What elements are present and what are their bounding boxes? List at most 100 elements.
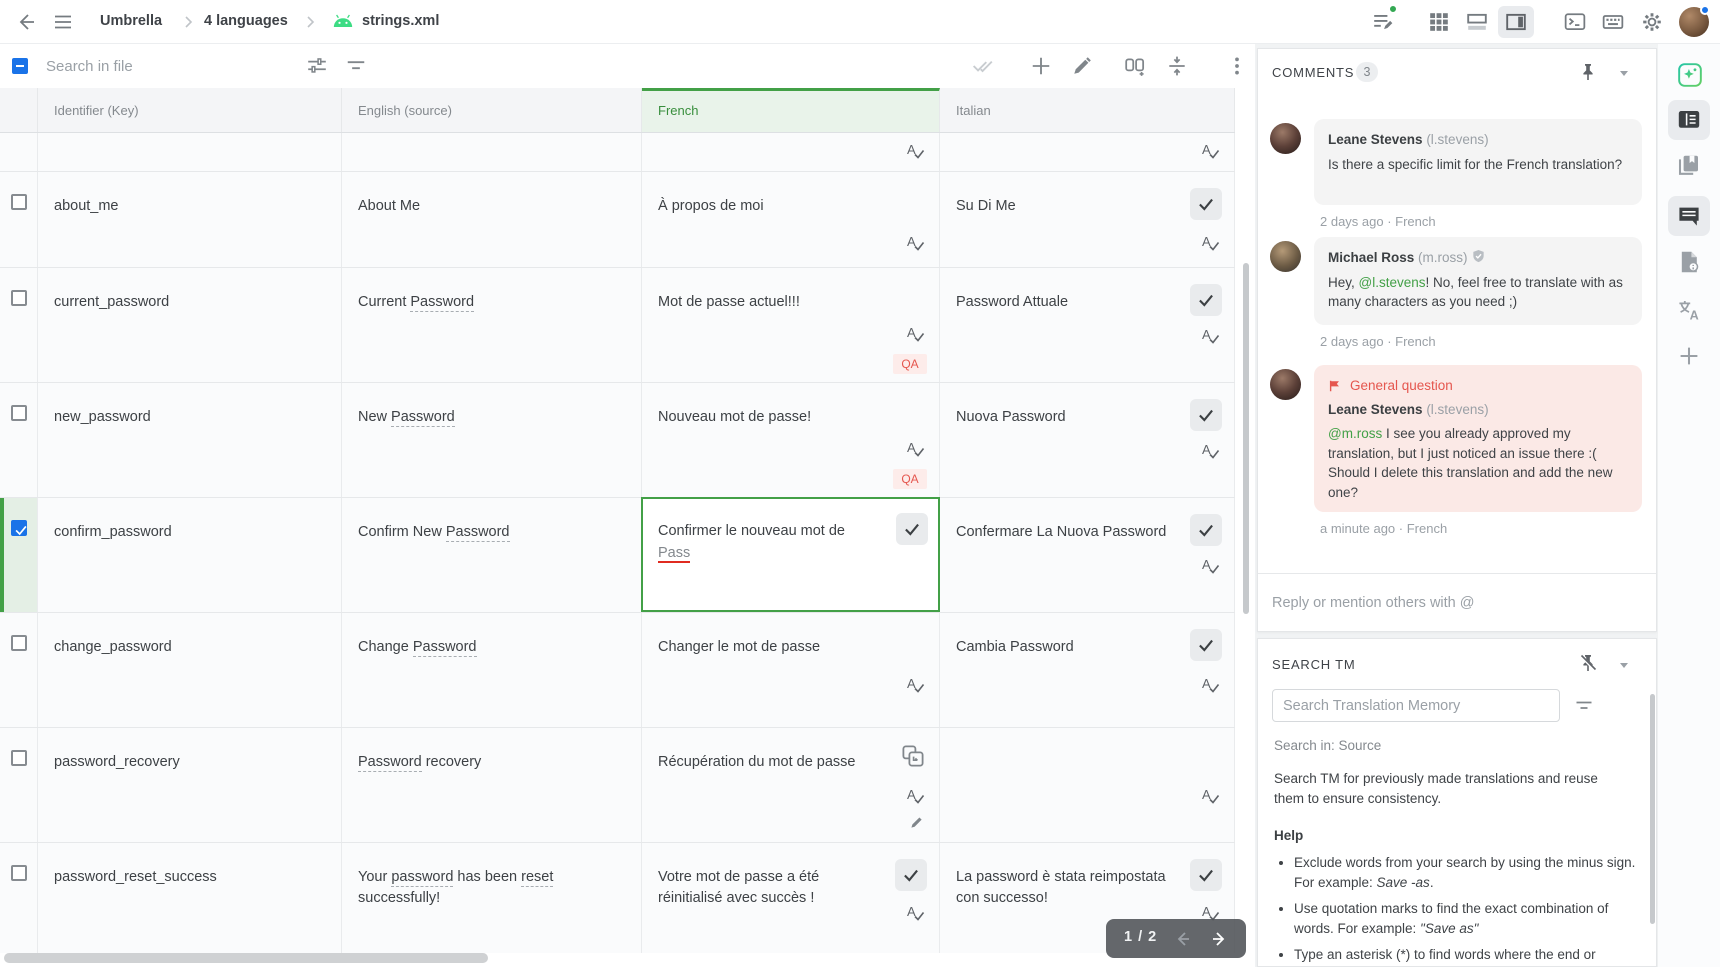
key-cell[interactable]: current_password (38, 268, 342, 382)
header-english[interactable]: English (source) (342, 88, 642, 132)
header-french[interactable]: French (642, 88, 940, 132)
french-cell[interactable]: Récupération du mot de passe (642, 728, 940, 842)
mention-link[interactable]: @l.stevens (1359, 275, 1426, 290)
spellcheck-icon[interactable] (1200, 326, 1220, 346)
key-cell[interactable]: new_password (38, 383, 342, 497)
editor-panel-icon[interactable] (1677, 108, 1701, 132)
spellcheck-icon[interactable] (905, 141, 925, 161)
key-cell[interactable] (38, 133, 342, 171)
italian-cell[interactable]: Password Attuale (940, 268, 1235, 382)
qa-issue-badge[interactable]: QA (893, 469, 927, 489)
filter-icon[interactable] (345, 55, 367, 77)
approve-button[interactable] (1190, 859, 1222, 891)
spellcheck-icon[interactable] (1200, 441, 1220, 461)
english-cell[interactable]: Password recovery (342, 728, 642, 842)
prev-page-icon[interactable] (1172, 928, 1194, 950)
row-checkbox[interactable] (11, 750, 27, 766)
mention-link[interactable]: @m.ross (1328, 426, 1382, 441)
key-details-icon[interactable] (1677, 250, 1701, 274)
row-checkbox[interactable] (11, 405, 27, 421)
spellcheck-icon[interactable] (1200, 556, 1220, 576)
insert-source-icon[interactable] (901, 744, 925, 768)
keyboard-icon[interactable] (1602, 11, 1624, 33)
french-cell[interactable]: Votre mot de passe a été réinitialisé av… (642, 843, 940, 953)
collapse-caret-icon[interactable] (1616, 65, 1632, 81)
search-input[interactable] (46, 54, 286, 78)
comment-author[interactable]: Leane Stevens (1328, 402, 1423, 417)
menu-icon[interactable] (52, 11, 74, 33)
duplicate-keys-icon[interactable] (1124, 55, 1146, 77)
spellcheck-icon[interactable] (1200, 786, 1220, 806)
key-cell[interactable]: password_reset_success (38, 843, 342, 953)
edit-pencil-icon[interactable] (909, 814, 925, 830)
french-cell-editing[interactable]: Confirmer le nouveau mot de Pass (642, 498, 940, 612)
unpin-icon[interactable] (1578, 653, 1598, 673)
edit-icon[interactable] (1071, 55, 1093, 77)
glossary-term[interactable]: Password (410, 294, 474, 312)
comment-author[interactable]: Leane Stevens (1328, 132, 1423, 147)
row-checkbox[interactable] (11, 194, 27, 210)
terminal-icon[interactable] (1564, 11, 1586, 33)
translation-edit-box[interactable]: Confirmer le nouveau mot de Pass (641, 497, 940, 612)
approve-button[interactable] (1190, 188, 1222, 220)
french-cell[interactable] (642, 133, 940, 171)
glossary-term[interactable]: Password (413, 639, 477, 657)
tm-filter-icon[interactable] (1574, 696, 1594, 716)
tm-search-input[interactable] (1273, 690, 1559, 721)
glossary-books-icon[interactable] (1677, 154, 1701, 178)
pin-icon[interactable] (1578, 62, 1598, 82)
approve-button[interactable] (1190, 514, 1222, 546)
breadcrumb-languages[interactable]: 4 languages (204, 13, 288, 29)
table-vertical-scrollbar[interactable] (1243, 263, 1249, 614)
spellcheck-icon[interactable] (905, 233, 925, 253)
comment-author[interactable]: Michael Ross (1328, 250, 1414, 265)
spellcheck-icon[interactable] (905, 675, 925, 695)
comments-panel-icon[interactable] (1677, 204, 1701, 228)
english-cell[interactable]: Confirm New Password (342, 498, 642, 612)
spellcheck-icon[interactable] (905, 439, 925, 459)
french-cell[interactable]: À propos de moi (642, 172, 940, 267)
italian-cell[interactable]: Confermare La Nuova Password (940, 498, 1235, 612)
breadcrumb-file[interactable]: strings.xml (362, 13, 439, 29)
add-panel-icon[interactable] (1677, 344, 1701, 368)
approve-all-icon[interactable] (972, 55, 994, 77)
reply-input[interactable] (1258, 574, 1656, 631)
glossary-term[interactable]: reset (521, 869, 553, 887)
row-checkbox[interactable] (11, 865, 27, 881)
grid-view-icon[interactable] (1428, 11, 1450, 33)
collapse-rows-icon[interactable] (1166, 55, 1188, 77)
italian-cell[interactable]: Cambia Password (940, 613, 1235, 727)
english-cell[interactable] (342, 133, 642, 171)
spellcheck-icon[interactable] (905, 324, 925, 344)
right-panel-view-icon[interactable] (1505, 11, 1527, 33)
row-checkbox[interactable] (11, 635, 27, 651)
french-cell[interactable]: Changer le mot de passe (642, 613, 940, 727)
french-cell[interactable]: Mot de passe actuel!!! QA (642, 268, 940, 382)
spellcheck-icon[interactable] (905, 903, 925, 923)
row-checkbox[interactable] (11, 290, 27, 306)
key-cell[interactable]: password_recovery (38, 728, 342, 842)
add-key-icon[interactable] (1030, 55, 1052, 77)
english-cell[interactable]: Your password has been reset successfull… (342, 843, 642, 953)
collapse-caret-icon[interactable] (1616, 657, 1632, 673)
italian-cell[interactable] (940, 728, 1235, 842)
qa-issue-badge[interactable]: QA (893, 354, 927, 374)
ai-assistant-icon[interactable] (1677, 62, 1703, 88)
approve-button[interactable] (1190, 399, 1222, 431)
italian-cell[interactable]: Nuova Password (940, 383, 1235, 497)
next-page-icon[interactable] (1208, 928, 1230, 950)
back-icon[interactable] (16, 11, 38, 33)
spellcheck-icon[interactable] (1200, 675, 1220, 695)
english-cell[interactable]: Current Password (342, 268, 642, 382)
machine-translation-icon[interactable]: A (1677, 298, 1701, 322)
english-cell[interactable]: About Me (342, 172, 642, 267)
header-italian[interactable]: Italian (940, 88, 1235, 132)
bottom-panel-view-icon[interactable] (1466, 11, 1488, 33)
tune-filter-icon[interactable] (306, 55, 328, 77)
breadcrumb-project[interactable]: Umbrella (100, 13, 162, 29)
key-cell[interactable]: about_me (38, 172, 342, 267)
english-cell[interactable]: Change Password (342, 613, 642, 727)
more-options-icon[interactable] (1226, 55, 1248, 77)
settings-gear-icon[interactable] (1641, 11, 1663, 33)
approve-button[interactable] (1190, 629, 1222, 661)
